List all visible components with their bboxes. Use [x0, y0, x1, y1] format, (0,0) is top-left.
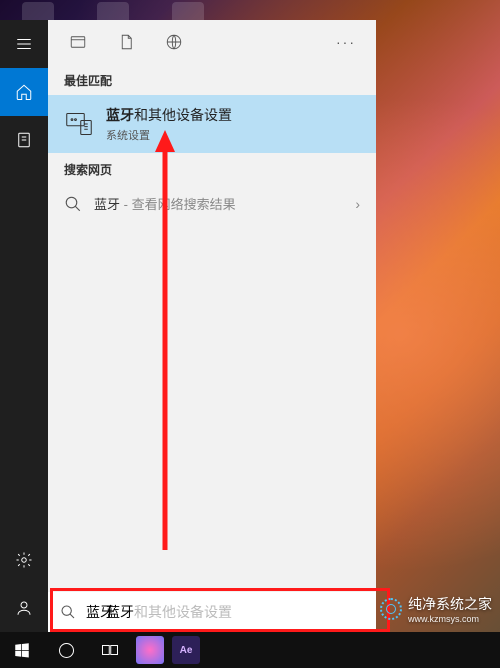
taskbar: Ae [0, 632, 500, 668]
best-match-header: 最佳匹配 [48, 64, 376, 95]
search-icon [64, 195, 82, 213]
taskbar-app-ae[interactable]: Ae [172, 636, 200, 664]
search-input[interactable] [86, 604, 364, 620]
best-match-title: 蓝牙和其他设备设置 [106, 105, 232, 125]
web-result-text: 蓝牙 - 查看网络搜索结果 [94, 194, 343, 213]
start-left-rail [0, 20, 48, 632]
watermark: 纯净系统之家 www.kzmsys.com [380, 594, 492, 624]
search-results-panel: ··· 最佳匹配 蓝牙和其他设备设置 系统设置 搜索网页 蓝牙 - 查看网络搜索… [48, 20, 376, 632]
cortana-button[interactable] [44, 632, 88, 668]
rail-documents-button[interactable] [0, 116, 48, 164]
search-icon [60, 604, 76, 620]
web-search-result[interactable]: 蓝牙 - 查看网络搜索结果 › [48, 184, 376, 223]
filter-web-tab[interactable] [152, 20, 196, 64]
web-search-header: 搜索网页 [48, 153, 376, 184]
taskbar-app-1[interactable] [136, 636, 164, 664]
search-filter-tabs: ··· [48, 20, 376, 64]
devices-icon [64, 109, 94, 139]
start-button[interactable] [0, 632, 44, 668]
search-input-bar[interactable]: 蓝牙 和其他设备设置 [48, 592, 376, 632]
hamburger-button[interactable] [0, 20, 48, 68]
filter-apps-tab[interactable] [56, 20, 100, 64]
rail-settings-button[interactable] [0, 536, 48, 584]
filter-more-button[interactable]: ··· [324, 20, 368, 64]
best-match-result[interactable]: 蓝牙和其他设备设置 系统设置 [48, 95, 376, 153]
filter-documents-tab[interactable] [104, 20, 148, 64]
rail-user-button[interactable] [0, 584, 48, 632]
watermark-logo-icon [380, 598, 402, 620]
task-view-button[interactable] [88, 632, 132, 668]
rail-home-button[interactable] [0, 68, 48, 116]
chevron-right-icon: › [355, 196, 360, 212]
best-match-subtitle: 系统设置 [106, 127, 232, 143]
